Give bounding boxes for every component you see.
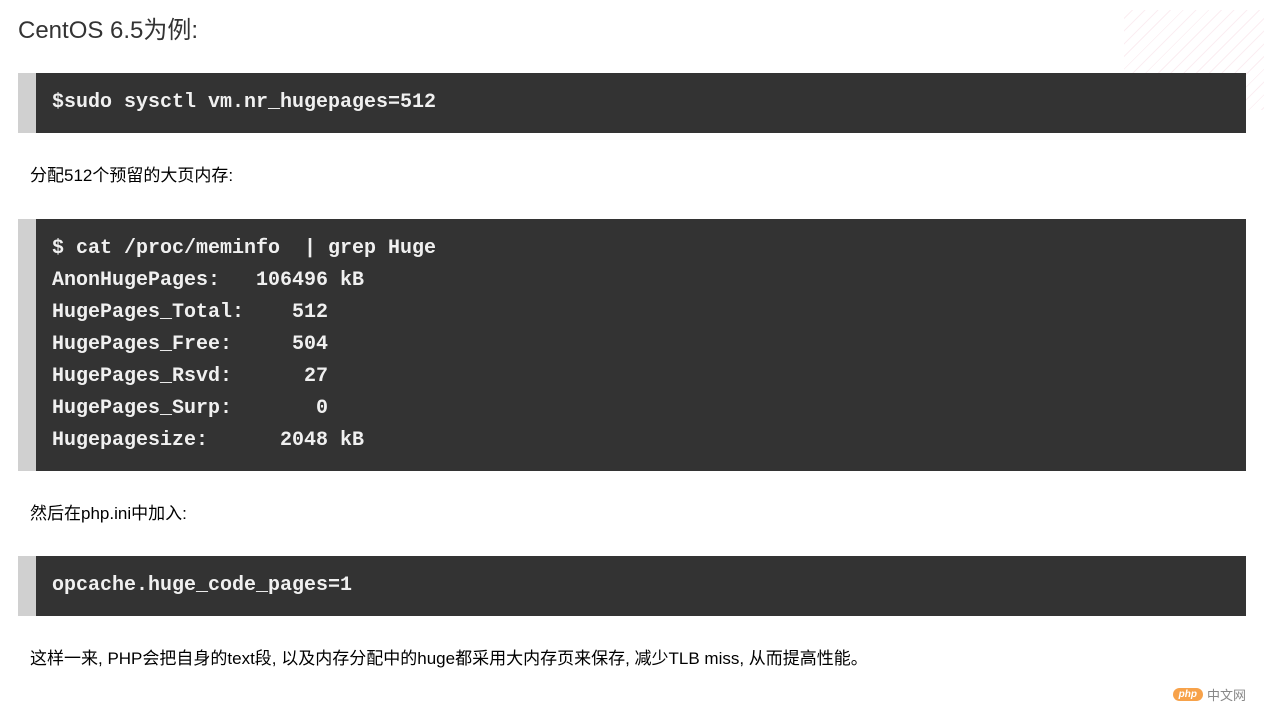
paragraph-3: 这样一来, PHP会把自身的text段, 以及内存分配中的huge都采用大内存页… [30,646,1264,672]
watermark-text: 中文网 [1207,685,1246,704]
code-content-2: $ cat /proc/meminfo | grep Huge AnonHuge… [52,233,1230,457]
code-content-1: $sudo sysctl vm.nr_hugepages=512 [52,87,1230,119]
code-block-3: opcache.huge_code_pages=1 [18,556,1246,616]
paragraph-1: 分配512个预留的大页内存: [30,163,1264,189]
code-content-3: opcache.huge_code_pages=1 [52,570,1230,602]
paragraph-2: 然后在php.ini中加入: [30,501,1264,527]
watermark: php 中文网 [1173,685,1246,704]
code-block-2: $ cat /proc/meminfo | grep Huge AnonHuge… [18,219,1246,471]
page-heading: CentOS 6.5为例: [18,10,1264,45]
code-block-1: $sudo sysctl vm.nr_hugepages=512 [18,73,1246,133]
watermark-logo: php [1173,688,1203,701]
